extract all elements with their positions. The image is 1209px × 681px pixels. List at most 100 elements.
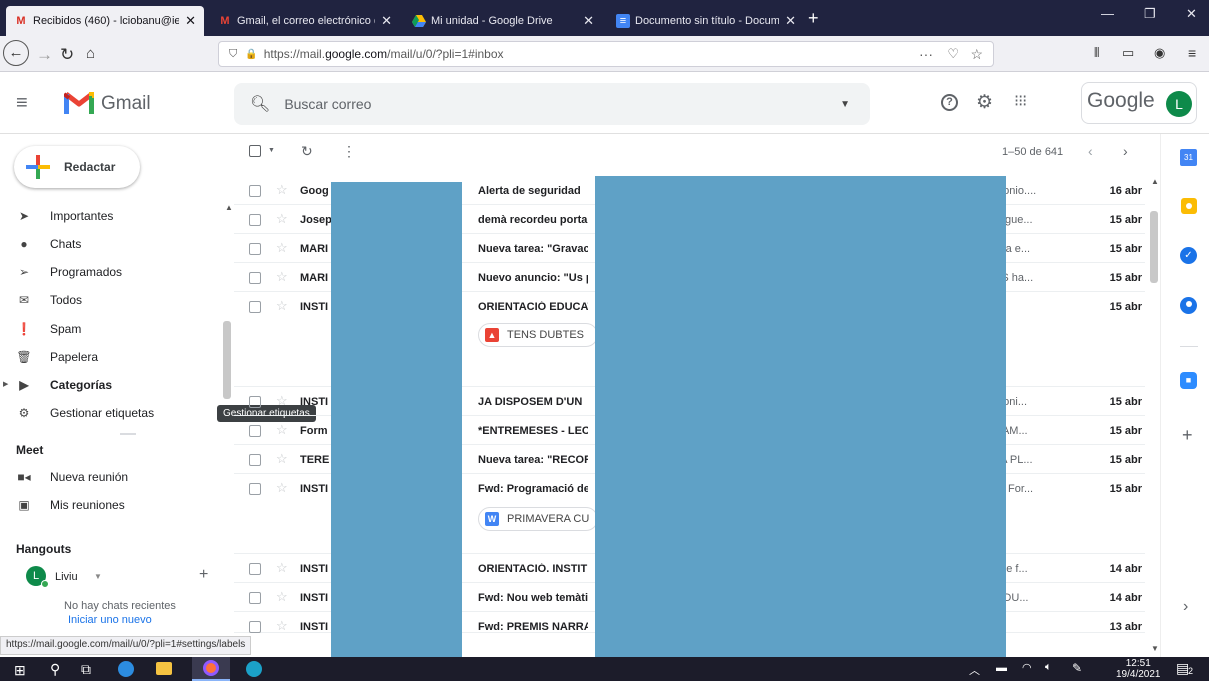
settings-gear-icon[interactable]: ⚙ <box>976 91 993 114</box>
battery-icon[interactable]: ▬ <box>996 662 1007 674</box>
row-checkbox[interactable] <box>249 243 261 255</box>
search-options-icon[interactable]: ▼ <box>840 99 850 110</box>
bookmark-star-icon[interactable]: ☆ <box>970 46 983 63</box>
row-checkbox[interactable] <box>249 301 261 313</box>
sidebar-item-scheduled[interactable]: ➢ Programados <box>14 258 122 286</box>
home-icon[interactable]: ⌂ <box>86 45 95 62</box>
apps-grid-icon[interactable]: ⁝⁝⁝ <box>1014 91 1027 111</box>
edge-new-icon[interactable] <box>246 661 262 677</box>
star-icon[interactable]: ☆ <box>276 393 288 409</box>
close-tab-icon[interactable]: ✕ <box>185 13 196 29</box>
next-page-icon[interactable]: › <box>1123 143 1128 159</box>
windows-start-icon[interactable]: ⊞ <box>14 662 26 679</box>
volume-icon[interactable]: 🔈︎ <box>1045 661 1052 674</box>
tray-chevron-icon[interactable]: ︿ <box>969 662 980 678</box>
menu-icon[interactable]: ≡ <box>1188 45 1196 61</box>
row-checkbox[interactable] <box>249 621 261 633</box>
keep-app-icon[interactable] <box>1181 198 1197 214</box>
search-input[interactable]: 🔍︎ Buscar correo ▼ <box>234 83 870 125</box>
star-icon[interactable]: ☆ <box>276 182 288 198</box>
sidebar-item-spam[interactable]: ❗ Spam <box>14 315 82 343</box>
new-tab-icon[interactable]: + <box>808 8 819 29</box>
star-icon[interactable]: ☆ <box>276 618 288 634</box>
edge-icon[interactable] <box>118 661 134 677</box>
search-taskbar-icon[interactable]: ⚲ <box>50 661 60 678</box>
back-icon[interactable]: ← <box>3 40 29 66</box>
hangouts-user[interactable]: Liviu <box>55 571 78 583</box>
select-all-checkbox[interactable] <box>249 145 261 157</box>
avatar[interactable]: L <box>1166 91 1192 117</box>
drag-handle[interactable] <box>120 433 136 435</box>
close-tab-icon[interactable]: ✕ <box>381 13 392 29</box>
row-checkbox[interactable] <box>249 483 261 495</box>
pen-icon[interactable]: ✎ <box>1072 661 1082 675</box>
tab-docs[interactable]: ≡ Documento sin título - Docum ✕ <box>608 6 804 36</box>
clock[interactable]: 12:51 19/4/2021 <box>1116 658 1161 679</box>
star-icon[interactable]: ☆ <box>276 422 288 438</box>
star-icon[interactable]: ☆ <box>276 269 288 285</box>
refresh-icon[interactable]: ↻ <box>301 143 313 160</box>
sidebar-icon[interactable]: ▭ <box>1122 45 1134 61</box>
main-menu-icon[interactable]: ≡ <box>16 92 28 115</box>
library-icon[interactable]: ⫴ <box>1094 45 1099 61</box>
expand-panel-icon[interactable]: › <box>1183 598 1188 616</box>
pocket-icon[interactable]: ♡ <box>947 46 959 62</box>
email-list-scrollbar[interactable]: ▲ ▼ <box>1148 176 1160 657</box>
sidebar-item-important[interactable]: ➤ Importantes <box>14 202 113 230</box>
row-checkbox[interactable] <box>249 454 261 466</box>
user-status-dropdown-icon[interactable]: ▼ <box>94 572 102 581</box>
task-view-icon[interactable]: ⧉ <box>81 661 91 678</box>
row-checkbox[interactable] <box>249 425 261 437</box>
tab-inbox[interactable]: M Recibidos (460) - lciobanu@ies ✕ <box>6 6 204 36</box>
close-tab-icon[interactable]: ✕ <box>583 13 594 29</box>
add-app-icon[interactable]: + <box>1182 425 1193 446</box>
star-icon[interactable]: ☆ <box>276 451 288 467</box>
expand-arrow-icon[interactable]: ▶ <box>3 380 8 388</box>
start-new-chat-link[interactable]: Iniciar uno nuevo <box>68 614 152 624</box>
select-dropdown-icon[interactable]: ▼ <box>268 147 275 154</box>
star-icon[interactable]: ☆ <box>276 298 288 314</box>
file-explorer-icon[interactable] <box>156 662 172 675</box>
new-meeting-item[interactable]: ■◂ Nueva reunión <box>14 463 128 491</box>
sidebar-item-categories[interactable]: ▶ Categorías <box>14 371 112 399</box>
attachment-chip[interactable]: W PRIMAVERA CU <box>478 507 598 531</box>
sidebar-item-chats[interactable]: ● Chats <box>14 230 81 258</box>
tab-gmail[interactable]: M Gmail, el correo electrónico de ✕ <box>210 6 400 36</box>
tab-drive[interactable]: Mi unidad - Google Drive ✕ <box>404 6 602 36</box>
wifi-icon[interactable]: ◠ <box>1022 661 1032 674</box>
firefox-taskbar-button[interactable] <box>192 657 230 681</box>
row-checkbox[interactable] <box>249 272 261 284</box>
sidebar-item-manage-labels[interactable]: ⚙ Gestionar etiquetas <box>14 399 154 427</box>
close-window-icon[interactable]: ✕ <box>1186 6 1197 22</box>
minimize-icon[interactable]: — <box>1101 6 1114 21</box>
new-chat-icon[interactable]: + <box>199 566 208 584</box>
tasks-app-icon[interactable]: ✓ <box>1180 247 1197 264</box>
zoom-app-icon[interactable]: ■ <box>1180 372 1197 389</box>
page-actions-icon[interactable]: ··· <box>919 46 933 62</box>
url-bar[interactable]: ⛉ 🔒 https://mail. google.com/mail/u/0/?pl… <box>218 41 994 67</box>
compose-button[interactable]: Redactar <box>14 146 140 188</box>
reload-icon[interactable]: ↻ <box>60 45 74 65</box>
maximize-icon[interactable]: ❐ <box>1144 6 1156 22</box>
row-checkbox[interactable] <box>249 185 261 197</box>
star-icon[interactable]: ☆ <box>276 589 288 605</box>
help-icon[interactable]: ? <box>941 94 958 111</box>
star-icon[interactable]: ☆ <box>276 240 288 256</box>
prev-page-icon[interactable]: ‹ <box>1088 143 1093 159</box>
sidebar-item-all-mail[interactable]: ✉ Todos <box>14 286 82 314</box>
star-icon[interactable]: ☆ <box>276 211 288 227</box>
star-icon[interactable]: ☆ <box>276 480 288 496</box>
star-icon[interactable]: ☆ <box>276 560 288 576</box>
close-tab-icon[interactable]: ✕ <box>785 13 796 29</box>
forward-icon[interactable]: → <box>36 45 53 65</box>
attachment-chip[interactable]: ▲ TENS DUBTES <box>478 323 598 347</box>
row-checkbox[interactable] <box>249 396 261 408</box>
sidebar-scrollbar[interactable]: ▲ <box>221 199 233 399</box>
row-checkbox[interactable] <box>249 214 261 226</box>
more-options-icon[interactable]: ⋮ <box>342 143 356 160</box>
contacts-app-icon[interactable] <box>1180 297 1197 314</box>
search-icon[interactable]: 🔍︎ <box>250 94 270 114</box>
row-checkbox[interactable] <box>249 563 261 575</box>
sidebar-item-trash[interactable]: 🗑︎ Papelera <box>14 343 98 371</box>
my-meetings-item[interactable]: ▣ Mis reuniones <box>14 491 124 519</box>
